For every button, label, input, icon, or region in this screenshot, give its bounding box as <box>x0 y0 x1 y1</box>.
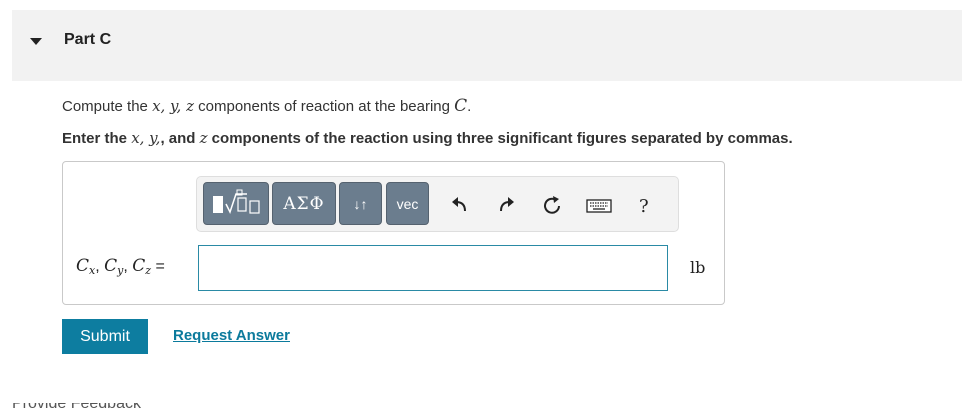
provide-feedback-link[interactable]: Provide Feedback <box>12 403 162 412</box>
vector-button[interactable]: vec <box>386 182 429 225</box>
question-prompt: Compute the x, y, z components of reacti… <box>62 96 472 116</box>
question-instructions: Enter the x, y,, and z components of the… <box>62 129 793 147</box>
unit-label: lb <box>690 258 706 277</box>
greek-letters-button[interactable]: ΑΣΦ <box>272 182 336 225</box>
part-header[interactable] <box>12 10 962 81</box>
answer-input[interactable] <box>198 245 668 291</box>
reset-icon[interactable] <box>542 195 562 215</box>
redo-icon[interactable] <box>496 195 516 215</box>
undo-icon[interactable] <box>450 195 470 215</box>
request-answer-link[interactable]: Request Answer <box>173 327 290 344</box>
arrows-button[interactable]: ↓↑ <box>339 182 382 225</box>
templates-button[interactable] <box>203 182 269 225</box>
templates-icon <box>213 189 260 214</box>
submit-button[interactable]: Submit <box>62 319 148 354</box>
answer-label: Cx, Cy, Cz = <box>76 256 165 277</box>
keyboard-icon[interactable] <box>586 195 612 215</box>
help-icon[interactable]: ? <box>639 196 649 217</box>
part-title: Part C <box>64 31 112 48</box>
collapse-caret-icon[interactable] <box>30 38 42 45</box>
